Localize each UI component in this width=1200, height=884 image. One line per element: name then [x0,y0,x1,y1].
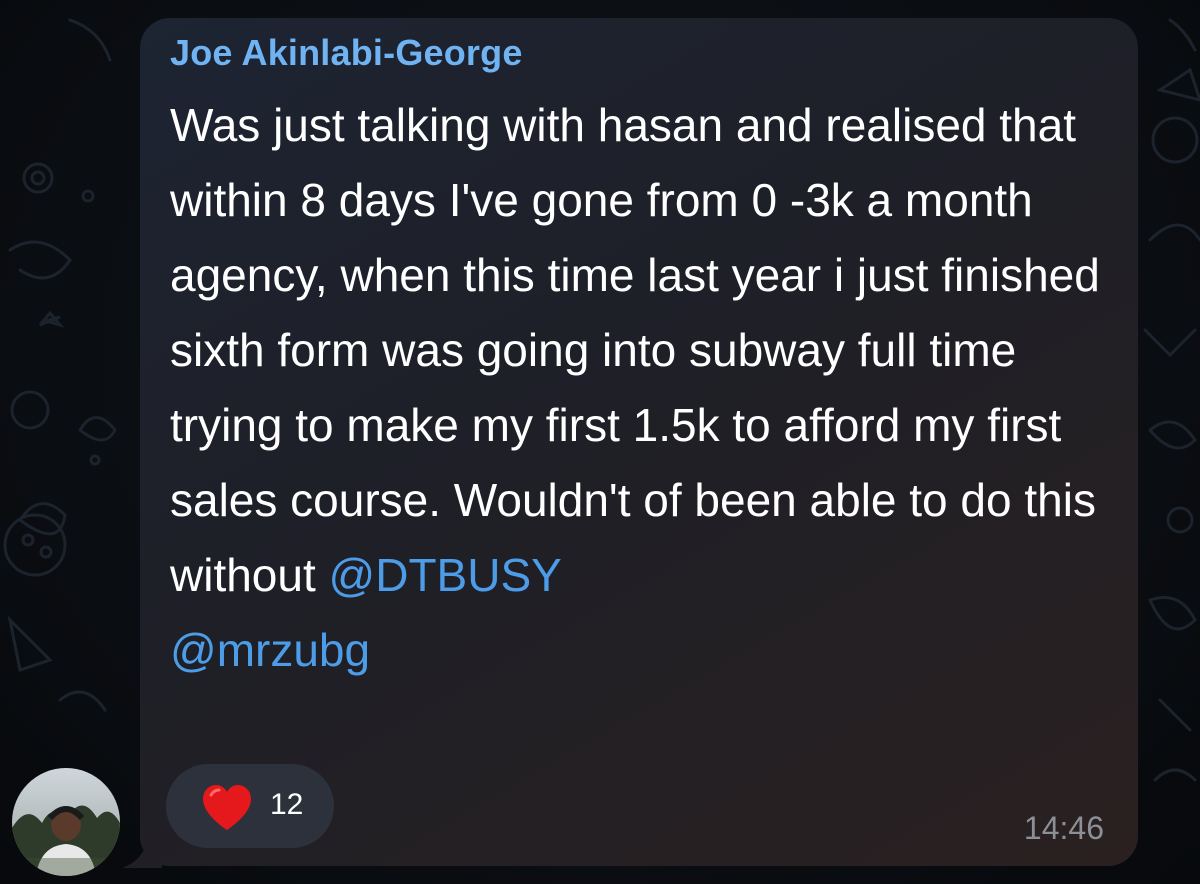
reaction-heart-button[interactable]: 12 [166,764,334,848]
mention-mrzubg[interactable]: @mrzubg [170,624,370,676]
heart-icon [203,785,251,830]
avatar-photo [12,768,120,876]
message-body: Was just talking with hasan and realised… [170,99,1100,601]
message-bubble[interactable]: Joe Akinlabi-George Was just talking wit… [140,18,1138,866]
mention-dtbusy[interactable]: @DTBUSY [329,549,562,601]
message-text: Was just talking with hasan and realised… [170,88,1120,688]
sender-name[interactable]: Joe Akinlabi-George [170,32,523,74]
avatar[interactable] [12,768,120,876]
message-timestamp: 14:46 [1023,810,1104,846]
reaction-count: 12 [270,788,304,821]
